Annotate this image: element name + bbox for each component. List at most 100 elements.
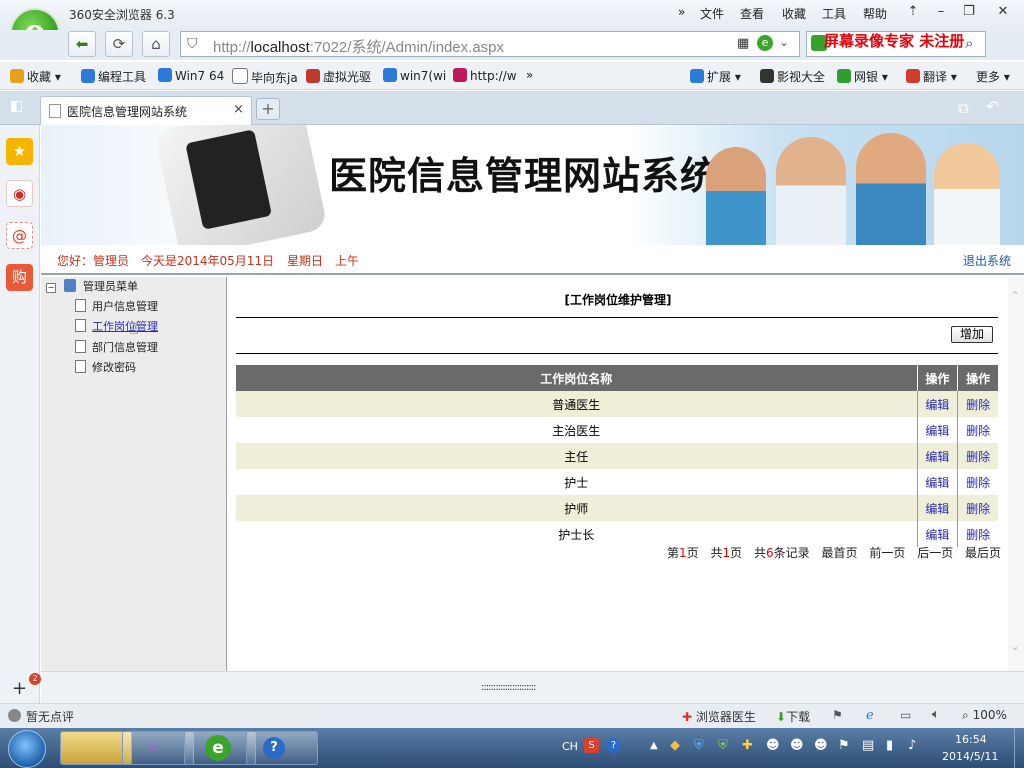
chevron-down-icon[interactable]: ⌄ xyxy=(779,35,789,49)
shopping-icon[interactable]: 购 xyxy=(6,264,33,291)
ie-mode-icon[interactable]: e xyxy=(757,35,773,51)
browser-doctor-button[interactable]: ✚ 浏览器医生 xyxy=(682,708,756,725)
restore-button[interactable]: ❐ xyxy=(956,2,982,22)
tray-qq-icon[interactable]: ☻ xyxy=(766,738,780,753)
fav-item-win7[interactable]: Win7 64 xyxy=(158,68,224,83)
tray-expand-icon[interactable]: ▲ xyxy=(650,740,658,751)
menu-file[interactable]: 文件 xyxy=(700,5,724,22)
tab-close-icon[interactable]: × xyxy=(233,102,244,117)
ie-icon[interactable]: ℯ xyxy=(866,708,874,723)
home-button[interactable]: ⌂ xyxy=(142,31,170,57)
qrcode-icon[interactable]: ▦ xyxy=(737,36,749,51)
new-tab-button[interactable]: + xyxy=(256,98,280,120)
tab-hospital-system[interactable]: 医院信息管理网站系统 × xyxy=(40,96,252,125)
tray-360-icon[interactable]: ✚ xyxy=(742,738,753,753)
favorites-star-icon[interactable]: ★ xyxy=(6,138,33,165)
fav-item-http[interactable]: http://w xyxy=(453,68,517,83)
refresh-icon: ⟳ xyxy=(112,35,126,53)
tray-volume-icon[interactable]: ♪ xyxy=(908,738,916,753)
ime-help-icon[interactable]: ? xyxy=(606,738,621,753)
edit-link[interactable]: 编辑 xyxy=(917,443,959,469)
volume-icon[interactable]: 🔈︎ xyxy=(932,707,940,722)
close-window-button[interactable]: ✕ xyxy=(990,2,1016,22)
flag-icon[interactable]: ⚑ xyxy=(832,708,843,722)
fav-item-programming[interactable]: 编程工具 xyxy=(81,68,146,85)
show-desktop-button[interactable] xyxy=(1014,728,1024,768)
next-page-link[interactable]: 后一页 xyxy=(917,546,953,560)
delete-link[interactable]: 删除 xyxy=(957,469,998,495)
tray-device-icon[interactable]: ▤ xyxy=(862,738,874,753)
weibo-icon[interactable]: ◉ xyxy=(6,180,33,207)
tree-root[interactable]: − 管理员菜单 xyxy=(46,278,138,294)
edit-link[interactable]: 编辑 xyxy=(917,495,959,521)
tray-security-icon[interactable]: ⛨ xyxy=(718,738,728,753)
tree-item-user-management[interactable]: 用户信息管理 xyxy=(75,298,158,314)
fav-item-virtual-drive[interactable]: 虚拟光驱 xyxy=(306,68,371,85)
scroll-down-icon[interactable]: ⌄ xyxy=(1010,639,1020,653)
menu-view[interactable]: 查看 xyxy=(740,5,764,22)
fav-item-favorites[interactable]: 收藏 ▾ xyxy=(10,68,61,85)
add-sidebar-icon[interactable]: + xyxy=(12,678,27,699)
resize-grip[interactable]: ::::::::::::::::::::::: xyxy=(481,682,536,693)
prev-page-link[interactable]: 前一页 xyxy=(869,546,905,560)
add-button[interactable]: 增加 xyxy=(951,326,993,343)
logout-link[interactable]: 退出系统 xyxy=(963,252,1011,269)
rating-text[interactable]: 暂无点评 xyxy=(26,708,74,725)
mail-icon[interactable]: @ xyxy=(6,222,33,249)
collapse-icon[interactable]: − xyxy=(46,283,56,293)
refresh-button[interactable]: ⟳ xyxy=(105,31,133,57)
edit-link[interactable]: 编辑 xyxy=(917,469,959,495)
translate-button[interactable]: 翻译 ▾ xyxy=(906,68,957,85)
tray-qq3-icon[interactable]: ☻ xyxy=(814,738,828,753)
address-bar[interactable]: ⛉ http://localhost:7022/系统/Admin/index.a… xyxy=(180,31,800,57)
delete-link[interactable]: 删除 xyxy=(957,417,998,443)
menu-expand-icon[interactable]: » xyxy=(678,5,685,19)
menu-help[interactable]: 帮助 xyxy=(863,5,887,22)
zoom-control[interactable]: ⌕ 100% xyxy=(962,708,1007,723)
first-page-link[interactable]: 最首页 xyxy=(822,546,858,560)
document-icon xyxy=(75,299,86,312)
tree-item-department-management[interactable]: 部门信息管理 xyxy=(75,339,158,355)
ime-icon[interactable]: S xyxy=(584,738,599,753)
search-icon[interactable]: ⌕ xyxy=(965,34,973,52)
skin-icon[interactable]: ⇡ xyxy=(900,2,926,22)
page-scrollbar[interactable]: ⌃ ⌄ xyxy=(1008,277,1024,671)
clock-date[interactable]: 2014/5/11 xyxy=(942,750,998,763)
window-icon[interactable]: ▭ xyxy=(900,708,911,722)
scroll-up-icon[interactable]: ⌃ xyxy=(1010,289,1020,303)
sidebar-toggle-icon[interactable]: ◧ xyxy=(10,98,23,114)
tray-shield-icon[interactable]: ⛨ xyxy=(694,738,704,753)
tray-qq2-icon[interactable]: ☻ xyxy=(790,738,804,753)
video-button[interactable]: 影视大全 xyxy=(760,68,825,85)
tree-item-position-management[interactable]: 工作岗位管理 xyxy=(75,318,158,334)
tree-item-change-password[interactable]: 修改密码 xyxy=(75,359,136,375)
medical-cross-icon: ✚ xyxy=(682,710,693,724)
more-button[interactable]: 更多 ▾ xyxy=(976,68,1010,85)
delete-link[interactable]: 删除 xyxy=(957,495,998,521)
bank-button[interactable]: 网银 ▾ xyxy=(837,68,888,85)
last-page-link[interactable]: 最后页 xyxy=(965,546,1001,560)
edit-link[interactable]: 编辑 xyxy=(917,391,959,417)
delete-link[interactable]: 删除 xyxy=(957,391,998,417)
clock-time[interactable]: 16:54 xyxy=(955,733,987,746)
delete-link[interactable]: 删除 xyxy=(957,443,998,469)
undo-close-icon[interactable]: ↶ xyxy=(986,97,999,116)
tray-app-icon[interactable]: ◆ xyxy=(670,738,680,753)
extensions-button[interactable]: 扩展 ▾ xyxy=(690,68,741,85)
tray-network-icon[interactable]: ▮ xyxy=(886,738,893,753)
back-button[interactable]: ⬅ xyxy=(68,31,96,57)
task-help[interactable]: ? xyxy=(246,731,318,765)
fav-item-win7wi[interactable]: win7(wi xyxy=(383,68,446,83)
address-url[interactable]: http://localhost:7022/系统/Admin/index.asp… xyxy=(213,36,504,57)
download-button[interactable]: ⬇下载 xyxy=(776,708,810,725)
input-language[interactable]: CH xyxy=(562,740,578,753)
edit-link[interactable]: 编辑 xyxy=(917,417,959,443)
menu-tools[interactable]: 工具 xyxy=(822,5,846,22)
fav-more-icon[interactable]: » xyxy=(526,68,533,82)
minimize-button[interactable]: – xyxy=(928,2,954,22)
tab-list-icon[interactable]: ⧉ xyxy=(958,99,969,117)
menu-favorites[interactable]: 收藏 xyxy=(782,5,806,22)
fav-item-bixiangdong[interactable]: 毕向东ja xyxy=(232,68,298,86)
tray-flag-icon[interactable]: ⚑ xyxy=(838,738,850,753)
start-button[interactable] xyxy=(8,730,46,768)
